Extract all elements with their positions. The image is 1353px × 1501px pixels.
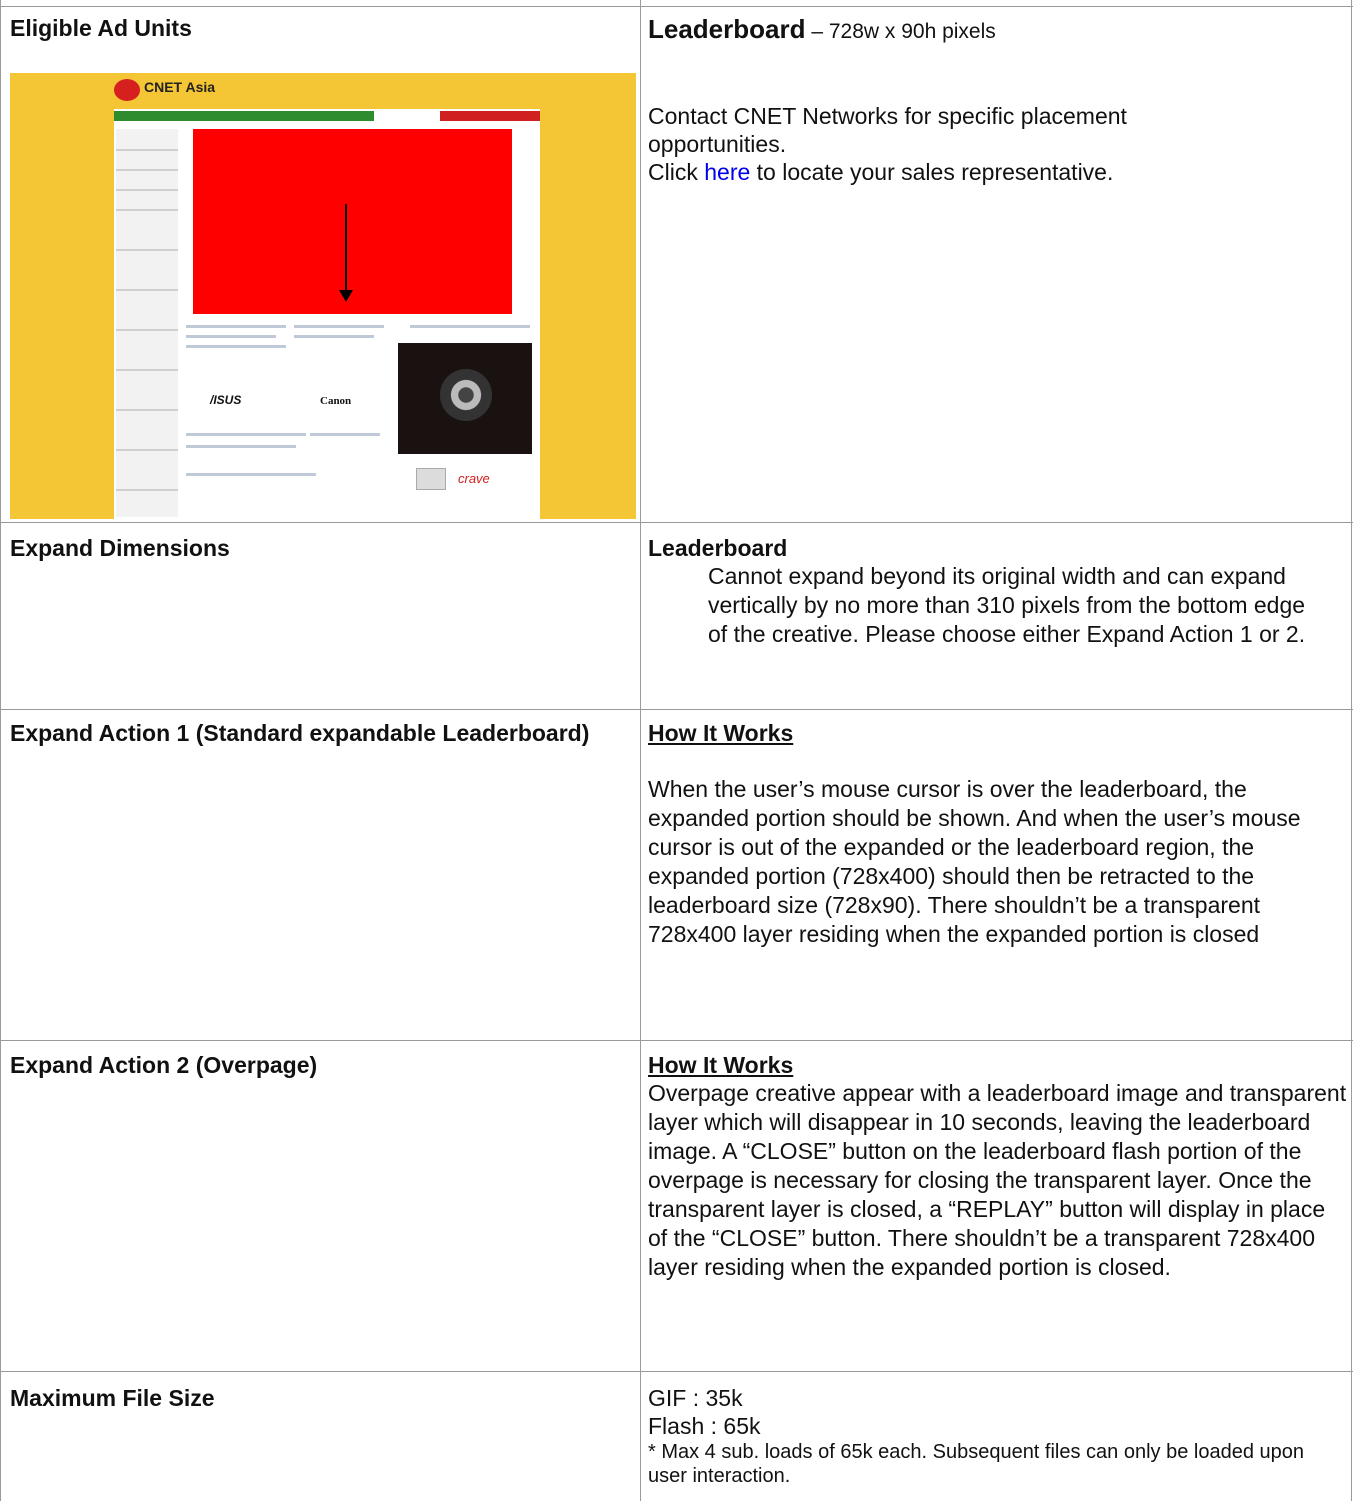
monitor-icon bbox=[416, 468, 446, 490]
row-divider bbox=[0, 709, 1353, 710]
leaderboard-preview-image: CNET Asia /ISUS Canon crave bbox=[10, 73, 636, 519]
speaker-icon bbox=[440, 369, 492, 421]
row-divider bbox=[0, 522, 1353, 523]
expand-dimensions-heading: Leaderboard bbox=[648, 535, 788, 561]
expand-action-2-label: Expand Action 2 (Overpage) bbox=[10, 1052, 318, 1078]
expand-action-2-info: How It Works Overpage creative appear wi… bbox=[648, 1051, 1350, 1282]
sub-load-note: * Max 4 sub. loads of 65k each. Subseque… bbox=[648, 1441, 1305, 1487]
contact-text: Contact CNET Networks for specific place… bbox=[648, 103, 1127, 157]
unit-name: Leaderboard bbox=[648, 14, 806, 44]
eligible-ad-units-label: Eligible Ad Units bbox=[10, 15, 192, 41]
expanded-ad-region bbox=[193, 129, 512, 314]
max-file-size-label: Maximum File Size bbox=[10, 1385, 215, 1411]
how-it-works-heading: How It Works bbox=[648, 1052, 794, 1078]
row-divider bbox=[0, 1040, 1353, 1041]
table-border-right bbox=[1351, 0, 1352, 1501]
row-divider bbox=[0, 1371, 1353, 1372]
expand-action-2-text: Overpage creative appear with a leaderbo… bbox=[648, 1080, 1347, 1280]
click-prefix: Click bbox=[648, 159, 705, 185]
expand-action-1-label: Expand Action 1 (Standard expandable Lea… bbox=[10, 720, 590, 746]
preview-brand: CNET Asia bbox=[144, 79, 216, 95]
gif-size: GIF : 35k bbox=[648, 1385, 743, 1411]
preview-sidebar bbox=[116, 129, 178, 517]
unit-dimensions: – 728w x 90h pixels bbox=[805, 20, 996, 43]
preview-crave-logo: crave bbox=[458, 471, 490, 486]
max-file-size-info: GIF : 35k Flash : 65k * Max 4 sub. loads… bbox=[648, 1384, 1338, 1488]
preview-nav-bar bbox=[114, 111, 374, 121]
sales-rep-link[interactable]: here bbox=[704, 159, 750, 185]
cnet-logo-icon bbox=[114, 79, 140, 101]
expand-dimensions-label: Expand Dimensions bbox=[10, 535, 230, 561]
column-divider bbox=[640, 0, 641, 1501]
expand-action-1-text: When the user’s mouse cursor is over the… bbox=[648, 776, 1301, 947]
expand-action-1-info: How It Works When the user’s mouse curso… bbox=[648, 719, 1348, 949]
flash-size: Flash : 65k bbox=[648, 1413, 761, 1439]
click-suffix: to locate your sales representative. bbox=[750, 159, 1114, 185]
eligible-ad-units-info: Leaderboard – 728w x 90h pixels Contact … bbox=[648, 14, 1338, 186]
expand-dimensions-text: Cannot expand beyond its original width … bbox=[708, 563, 1306, 647]
how-it-works-heading: How It Works bbox=[648, 720, 794, 746]
expand-dimensions-info: Leaderboard Cannot expand beyond its ori… bbox=[648, 534, 1338, 649]
preview-nav-bar-right bbox=[440, 111, 540, 121]
table-border-left bbox=[0, 0, 1, 1501]
arrow-down-icon bbox=[345, 204, 347, 292]
arrowhead-icon bbox=[339, 290, 353, 302]
table-border-top bbox=[0, 6, 1353, 7]
preview-canon-logo: Canon bbox=[320, 395, 352, 407]
preview-asus-logo: /ISUS bbox=[210, 393, 242, 407]
